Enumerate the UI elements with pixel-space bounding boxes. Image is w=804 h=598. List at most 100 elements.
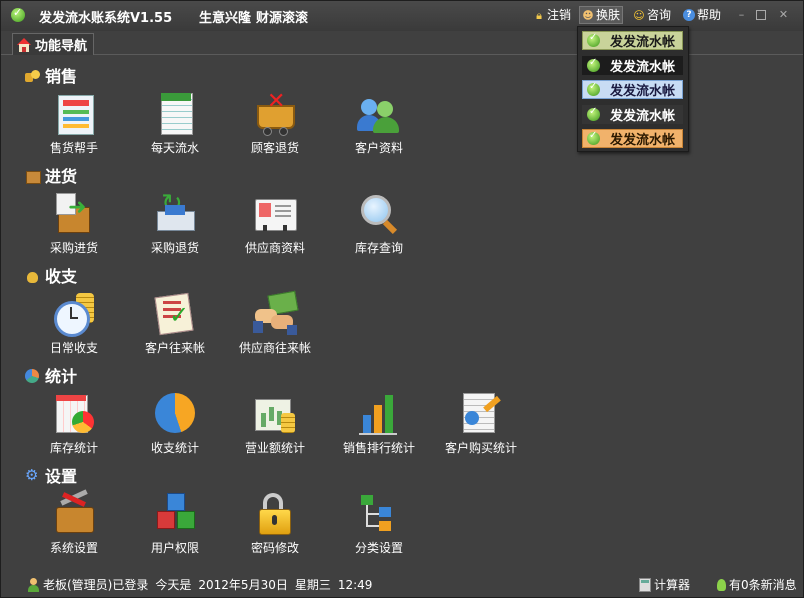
- nav-tile-label: 客户往来帐: [144, 341, 205, 355]
- slogan-wealth: 财源滚滚: [256, 11, 309, 26]
- nav-tile[interactable]: 售货帮手: [24, 91, 124, 171]
- check-icon: [587, 106, 600, 121]
- calculator-button[interactable]: 计算器: [639, 576, 690, 593]
- check-icon: [587, 130, 600, 145]
- section-title: 销售: [45, 67, 78, 86]
- padlock-icon: [253, 491, 297, 535]
- consult-label: 咨询: [647, 8, 672, 22]
- current-date: 2012年5月30日: [198, 578, 288, 592]
- messages-label: 有0条新消息: [729, 578, 797, 592]
- nav-tile[interactable]: 供应商往来帐: [225, 290, 325, 371]
- nav-tile[interactable]: 密码修改: [225, 491, 325, 571]
- skin-option-label: 发发流水帐: [610, 133, 676, 148]
- nav-tile[interactable]: 库存统计: [24, 391, 124, 471]
- skin-option[interactable]: 发发流水帐: [582, 104, 683, 124]
- check-icon: [587, 57, 600, 72]
- nav-tile[interactable]: 库存查询: [329, 191, 429, 271]
- consult-button[interactable]: ☺ 咨询: [633, 7, 671, 23]
- nav-tile[interactable]: 用户权限: [125, 491, 225, 571]
- nav-tile-label: 销售排行统计: [342, 441, 415, 455]
- user-icon: ☻: [582, 8, 594, 22]
- logout-label: 注销: [547, 8, 572, 22]
- section-title: 设置: [45, 467, 78, 486]
- slogan-prosperity: 生意兴隆: [199, 11, 252, 26]
- inventory-report-icon: [52, 391, 96, 435]
- nav-tile[interactable]: 收支统计: [125, 391, 225, 471]
- nav-tile-label: 分类设置: [354, 541, 403, 555]
- nav-tile[interactable]: 每天流水: [125, 91, 225, 171]
- nav-tile-label: 收支统计: [150, 441, 199, 455]
- stats-icon: [25, 368, 40, 383]
- nav-tile[interactable]: ✕ 顾客退货: [225, 91, 325, 171]
- customer-purchase-report-icon: [459, 391, 503, 435]
- daily-ledger-icon: [153, 91, 197, 135]
- close-icon[interactable]: ✕: [778, 9, 789, 20]
- revenue-chart-icon: [253, 391, 297, 435]
- skin-option[interactable]: 发发流水帐: [582, 55, 683, 75]
- main-window: 发发流水账系统V1.55 生意兴隆 财源滚滚 🔒︎ 注销 ☻ 换肤 ☺ 咨询 ?…: [0, 0, 804, 598]
- checklist-icon: ✓: [153, 291, 197, 336]
- nav-tile[interactable]: 供应商资料: [225, 191, 325, 271]
- check-icon: [587, 32, 600, 47]
- handshake-money-icon: [253, 290, 299, 335]
- section-title: 统计: [45, 367, 78, 386]
- customer-info-icon: [357, 91, 401, 135]
- nav-tile[interactable]: ↻ 采购退货: [125, 191, 225, 271]
- app-title: 发发流水账系统V1.55: [39, 11, 173, 26]
- lightbulb-icon: [717, 578, 726, 591]
- magnifier-icon: [357, 191, 401, 235]
- today-label: 今天是: [155, 578, 192, 592]
- nav-tile[interactable]: 系统设置: [24, 489, 124, 571]
- nav-tile-label: 系统设置: [49, 541, 98, 555]
- nav-tile-label: 用户权限: [150, 541, 199, 555]
- nav-tile[interactable]: 分类设置: [329, 491, 429, 571]
- nav-tile[interactable]: 营业额统计: [225, 391, 325, 471]
- swap-skin-button[interactable]: ☻ 换肤: [579, 6, 624, 24]
- skin-option[interactable]: 发发流水帐: [582, 31, 683, 50]
- purchase-box-icon: [25, 168, 41, 184]
- minimize-icon[interactable]: –: [736, 9, 747, 20]
- skin-option-label: 发发流水帐: [610, 108, 676, 124]
- check-icon: [587, 81, 600, 96]
- nav-tile[interactable]: ➜ 采购进货: [24, 191, 124, 271]
- purchase-return-icon: ↻: [153, 191, 197, 235]
- nav-tile[interactable]: 日常收支: [24, 291, 124, 371]
- section-title: 进货: [45, 167, 78, 186]
- tab-function-nav[interactable]: 功能导航: [12, 33, 95, 55]
- purchase-in-icon: ➜: [52, 191, 96, 235]
- current-time: 12:49: [337, 577, 373, 592]
- coins-icon: [25, 68, 40, 83]
- swap-skin-label: 换肤: [596, 8, 621, 22]
- section-header: 进货: [25, 163, 77, 187]
- nav-tile[interactable]: 客户资料: [329, 91, 429, 171]
- money-bag-icon: [25, 268, 40, 283]
- messages-button[interactable]: 有0条新消息: [717, 576, 797, 593]
- skin-option[interactable]: 发发流水帐: [582, 80, 683, 99]
- nav-tile-label: 每天流水: [150, 141, 199, 155]
- nav-tile[interactable]: 客户购买统计: [431, 391, 531, 471]
- nav-tile[interactable]: ✓ 客户往来帐: [125, 291, 225, 371]
- user-icon: [27, 577, 40, 592]
- help-icon: ?: [683, 9, 695, 21]
- bar-ranking-icon: [357, 391, 401, 435]
- skin-option-label: 发发流水帐: [610, 35, 676, 50]
- current-weekday: 星期三: [294, 578, 331, 592]
- section-header: 统计: [25, 363, 77, 387]
- logout-button[interactable]: 🔒︎ 注销: [533, 7, 571, 23]
- help-button[interactable]: ? 帮助: [683, 7, 721, 23]
- section-title: 收支: [45, 267, 78, 286]
- nav-tile-label: 营业额统计: [244, 441, 305, 455]
- skin-option[interactable]: 发发流水帐: [582, 129, 683, 148]
- section-header: 收支: [25, 263, 77, 287]
- maximize-icon[interactable]: [756, 10, 766, 20]
- customer-return-cart-icon: ✕: [253, 91, 297, 136]
- logged-in-user: 老板(管理员)已登录: [43, 578, 149, 592]
- nav-tile-label: 供应商资料: [244, 241, 305, 255]
- tree-icon: [357, 491, 401, 535]
- nav-tile-label: 客户资料: [354, 141, 403, 155]
- app-logo-icon: [11, 6, 25, 22]
- nav-tile-label: 客户购买统计: [444, 441, 517, 455]
- lock-icon: 🔒︎: [536, 8, 542, 22]
- cubes-icon: [153, 491, 197, 535]
- nav-tile[interactable]: 销售排行统计: [329, 391, 429, 471]
